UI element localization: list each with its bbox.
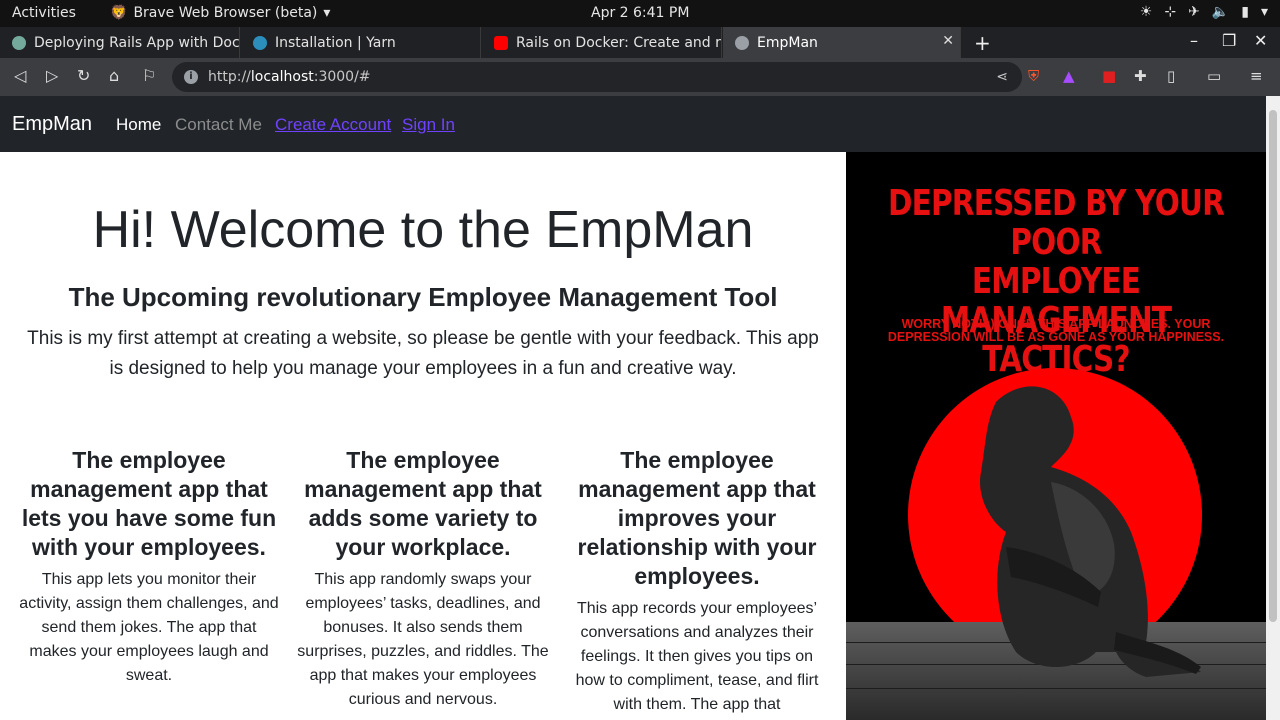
close-window-button[interactable]: ✕ [1254, 31, 1267, 50]
feature-column: The employee management app that improve… [566, 446, 828, 717]
airplane-mode-icon: ✈ [1188, 4, 1200, 20]
app-menu[interactable]: 🦁 Brave Web Browser (beta) ▾ [110, 5, 330, 21]
feature-body: This app lets you monitor their activity… [19, 571, 279, 684]
nav-home-link[interactable]: Home [116, 115, 161, 135]
new-tab-button[interactable]: + [974, 31, 991, 55]
maximize-window-button[interactable]: ❐ [1222, 31, 1236, 50]
chevron-down-icon: ▾ [323, 5, 331, 21]
feature-heading: The employee management app that improve… [577, 447, 817, 589]
bookmark-button[interactable]: ⚐ [142, 66, 156, 85]
tab-title: EmpMan [757, 34, 818, 51]
web-page: EmpMan Home Contact Me Create Account Si… [0, 96, 1266, 720]
sad-person-silhouette-icon [980, 386, 1201, 677]
wallet-icon[interactable]: ▭ [1207, 67, 1221, 85]
brave-app-icon: 🦁 [110, 5, 128, 21]
volume-icon: 🔈 [1211, 4, 1230, 20]
feature-body: This app randomly swaps your employees’ … [297, 571, 549, 708]
hero-lead: This is my first attempt at creating a w… [27, 328, 819, 379]
clock[interactable]: Apr 2 6:41 PM [591, 5, 689, 21]
reload-button[interactable]: ↻ [77, 66, 90, 85]
tab-title: Rails on Docker: Create and ru [516, 34, 722, 51]
tab-strip: Deploying Rails App with Doc Installatio… [0, 27, 1280, 58]
sidebar-toggle-icon[interactable]: ▯ [1167, 67, 1175, 85]
site-info-icon[interactable]: i [184, 70, 198, 84]
extensions-puzzle-icon[interactable]: ✚ [1134, 67, 1147, 85]
promo-poster-image: DEPRESSED BY YOUR POOR EMPLOYEE MANAGEME… [846, 152, 1266, 720]
feature-heading: The employee management app that adds so… [304, 447, 542, 560]
feature-column: The employee management app that lets yo… [18, 446, 280, 688]
nav-contact-link[interactable]: Contact Me [175, 115, 262, 135]
youtube-favicon-icon [494, 35, 508, 50]
nav-create-account-link[interactable]: Create Account [275, 115, 391, 135]
brave-shields-icon[interactable]: ⛨ [1028, 67, 1039, 85]
address-bar[interactable]: i http://localhost:3000/# ⋖ [172, 62, 1022, 92]
globe-favicon-icon [735, 35, 749, 50]
browser-toolbar: ◁ ▷ ↻ ⌂ ⚐ i http://localhost:3000/# ⋖ ⛨ … [0, 58, 1280, 96]
url-path: :3000/# [313, 69, 371, 85]
battery-icon: ▮ [1241, 4, 1249, 20]
tab-yarn-installation[interactable]: Installation | Yarn [241, 27, 481, 58]
tab-rails-on-docker[interactable]: Rails on Docker: Create and ru [482, 27, 722, 58]
close-tab-icon[interactable]: ✕ [942, 33, 954, 49]
extension-icon[interactable]: ■ [1102, 67, 1116, 85]
nav-sign-in-link[interactable]: Sign In [402, 115, 455, 135]
system-top-bar: Activities 🦁 Brave Web Browser (beta) ▾ … [0, 0, 1280, 27]
url-text: http://localhost:3000/# [208, 69, 371, 85]
home-button[interactable]: ⌂ [109, 66, 119, 85]
tab-empman[interactable]: EmpMan ✕ [723, 27, 961, 58]
url-host: localhost [250, 69, 314, 85]
brave-rewards-icon[interactable]: ▲ [1063, 67, 1075, 85]
network-icon: ⊹ [1164, 4, 1177, 20]
yarn-favicon-icon [253, 35, 267, 50]
system-tray[interactable]: ☀ ⊹ ✈ 🔈 ▮ ▾ [1140, 4, 1268, 20]
forward-button[interactable]: ▷ [46, 66, 58, 85]
site-navbar: EmpMan Home Contact Me Create Account Si… [0, 96, 1266, 152]
tab-title: Deploying Rails App with Doc [34, 34, 240, 51]
feature-body: This app records your employees’ convers… [575, 600, 819, 713]
scrollbar-thumb[interactable] [1269, 110, 1277, 622]
app-menu-label: Brave Web Browser (beta) [133, 5, 318, 21]
main-content: Hi! Welcome to the EmpMan The Upcoming r… [0, 152, 846, 720]
hero-title: Hi! Welcome to the EmpMan [92, 201, 754, 259]
url-scheme: http:// [208, 69, 251, 85]
tab-deploying-rails[interactable]: Deploying Rails App with Doc [0, 27, 240, 58]
feature-column: The employee management app that adds so… [292, 446, 554, 712]
back-button[interactable]: ◁ [14, 66, 26, 85]
page-scrollbar[interactable] [1266, 96, 1280, 720]
hero-subtitle: The Upcoming revolutionary Employee Mana… [68, 282, 778, 312]
menu-icon[interactable]: ≡ [1250, 67, 1263, 85]
minimize-window-button[interactable]: – [1190, 31, 1198, 50]
chatgpt-favicon-icon [12, 35, 26, 50]
share-icon[interactable]: ⋖ [996, 69, 1008, 85]
activities-button[interactable]: Activities [12, 5, 76, 21]
tab-title: Installation | Yarn [275, 34, 396, 51]
chevron-down-icon: ▾ [1260, 4, 1268, 20]
feature-heading: The employee management app that lets yo… [21, 447, 277, 560]
brightness-icon: ☀ [1139, 4, 1153, 20]
site-brand[interactable]: EmpMan [12, 113, 92, 136]
